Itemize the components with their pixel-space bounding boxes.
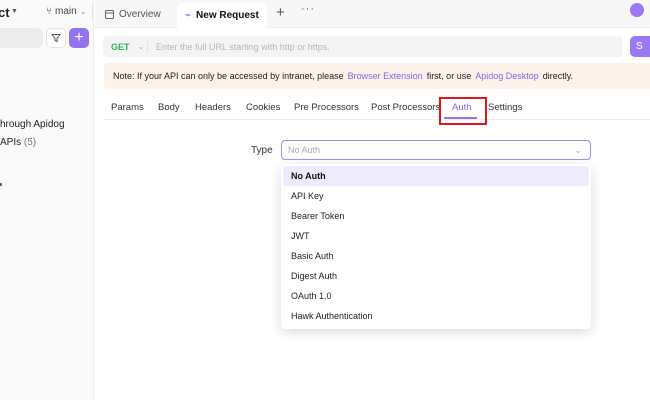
url-input[interactable] <box>156 41 606 52</box>
new-tab-plus-icon[interactable]: + <box>276 4 285 21</box>
sidebar-item-label: APIs <box>0 137 22 148</box>
method-select[interactable]: GET ⌄ <box>103 42 147 52</box>
option-basic-auth[interactable]: Basic Auth <box>283 246 589 266</box>
auth-type-value: No Auth <box>288 145 321 155</box>
sidebar: ct ▼ ⑂ main ⌄ + hrough Apidog APIs (5) <box>0 0 94 400</box>
request-icon: ⌁ <box>185 10 192 21</box>
chevron-down-icon: ⌄ <box>79 7 87 16</box>
request-tabs: Params Body Headers Cookies Pre Processo… <box>103 98 650 120</box>
tab-label: Overview <box>119 8 161 20</box>
filter-button[interactable] <box>46 28 66 48</box>
option-jwt[interactable]: JWT <box>283 226 589 246</box>
option-digest-auth[interactable]: Digest Auth <box>283 266 589 286</box>
project-title[interactable]: ct <box>0 5 10 20</box>
highlight-box <box>439 97 487 125</box>
option-bearer-token[interactable]: Bearer Token <box>283 206 589 226</box>
tab-params[interactable]: Params <box>111 102 144 113</box>
intranet-note: Note: If your API can only be accessed b… <box>104 63 650 89</box>
tab-pre-processors[interactable]: Pre Processors <box>294 102 359 113</box>
branch-name: main <box>55 6 77 17</box>
tab-headers[interactable]: Headers <box>195 102 231 113</box>
chevron-down-icon: ⌄ <box>137 42 145 51</box>
sidebar-search-input[interactable] <box>0 28 43 48</box>
option-api-key[interactable]: API Key <box>283 186 589 206</box>
apidog-desktop-link[interactable]: Apidog Desktop <box>475 71 539 81</box>
app-window: ct ▼ ⑂ main ⌄ + hrough Apidog APIs (5) O… <box>0 0 650 400</box>
avatar[interactable] <box>630 3 644 17</box>
tab-cookies[interactable]: Cookies <box>246 102 280 113</box>
sidebar-item-guide[interactable]: hrough Apidog <box>0 119 65 130</box>
sidebar-item-apis[interactable]: APIs (5) <box>0 137 36 148</box>
browser-extension-link[interactable]: Browser Extension <box>348 71 423 81</box>
auth-type-dropdown: No Auth API Key Bearer Token JWT Basic A… <box>281 164 591 329</box>
type-label: Type <box>251 145 273 156</box>
send-button[interactable]: S <box>630 36 650 57</box>
branch-icon: ⑂ <box>46 6 52 17</box>
option-oauth-1[interactable]: OAuth 1.0 <box>283 286 589 306</box>
auth-type-select[interactable]: No Auth ⌄ <box>281 140 591 160</box>
tab-overview[interactable]: Overview <box>97 3 169 25</box>
divider <box>92 5 93 19</box>
url-bar: GET ⌄ <box>103 36 623 57</box>
method-label: GET <box>111 41 130 52</box>
divider <box>147 40 148 53</box>
sidebar-item-count: (5) <box>23 137 37 148</box>
option-no-auth[interactable]: No Auth <box>283 166 589 186</box>
caret-down-icon[interactable]: ▼ <box>11 8 18 15</box>
tab-label: New Request <box>196 10 259 21</box>
more-icon[interactable]: ··· <box>301 3 315 15</box>
filter-icon <box>51 34 61 43</box>
note-text: first, or use <box>426 71 472 81</box>
bullet-icon <box>0 183 2 186</box>
sidebar-item-label: hrough Apidog <box>0 119 65 130</box>
branch-selector[interactable]: ⑂ main ⌄ <box>46 6 86 17</box>
add-button[interactable]: + <box>69 28 89 48</box>
tab-body[interactable]: Body <box>158 102 180 113</box>
note-text: Note: If your API can only be accessed b… <box>113 71 344 81</box>
tab-new-request[interactable]: ⌁ New Request <box>177 3 267 28</box>
option-hawk-authentication[interactable]: Hawk Authentication <box>283 306 589 326</box>
tab-bar: Overview ⌁ New Request + ··· <box>95 0 650 28</box>
note-text: directly. <box>542 71 574 81</box>
overview-icon <box>105 9 114 19</box>
tab-post-processors[interactable]: Post Processors <box>371 102 440 113</box>
chevron-down-icon: ⌄ <box>574 145 582 155</box>
tab-settings[interactable]: Settings <box>488 102 522 113</box>
